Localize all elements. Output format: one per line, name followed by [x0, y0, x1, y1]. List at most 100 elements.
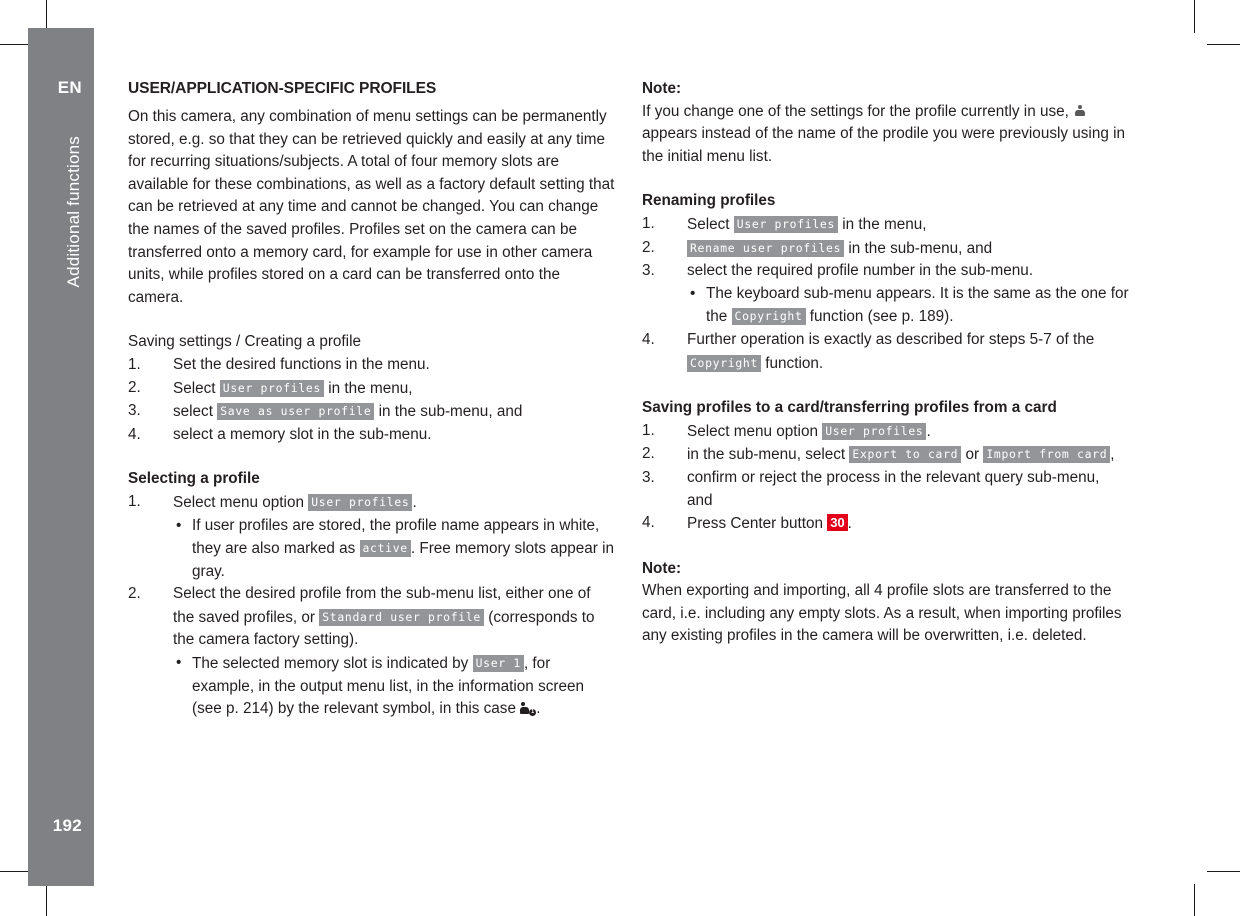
chapter-sidebar: EN Additional functions 192 — [28, 28, 94, 886]
list-item: 1. Set the desired functions in the menu. — [128, 354, 615, 377]
note-text-pre: If you change one of the settings for th… — [642, 102, 1074, 120]
bullet-text-post: . — [536, 700, 541, 718]
step-number: 1. — [128, 355, 141, 373]
list-item: 3. confirm or reject the process in the r… — [642, 467, 1129, 512]
step-text-pre: Select menu option — [173, 493, 309, 511]
step-text-post: in the menu, — [324, 379, 413, 397]
step-number: 4. — [128, 425, 141, 443]
right-text-column: Note: If you change one of the settings … — [642, 78, 1129, 648]
step-text-pre: Further operation is exactly as describe… — [687, 330, 1095, 348]
step-text-pre: Select — [173, 379, 220, 397]
center-button-reference-badge: 30 — [827, 514, 848, 532]
menu-term[interactable]: Standard user profile — [319, 608, 484, 626]
list-item: 2. Select the desired profile from the su… — [128, 583, 615, 721]
step-number: 4. — [642, 330, 655, 348]
crop-mark-top-right-horizontal — [1207, 44, 1240, 45]
saving-settings-heading: Saving settings / Creating a profile — [128, 333, 361, 351]
sub-bullet-list: The keyboard sub-menu appears. It is the… — [687, 283, 1129, 329]
step-number: 2. — [128, 585, 141, 603]
note-paragraph: When exporting and importing, all 4 prof… — [642, 582, 1122, 645]
menu-term-export[interactable]: Export to card — [849, 446, 962, 464]
step-text-post: , — [1110, 446, 1115, 464]
list-item: 2. in the sub-menu, select Export to card… — [642, 443, 1129, 467]
step-text-post: in the sub-menu, and — [844, 239, 993, 257]
list-item: 2. Rename user profiles in the sub-menu, … — [642, 237, 1129, 261]
crop-mark-bottom-right-horizontal — [1207, 871, 1240, 872]
list-item: If user profiles are stored, the profile… — [173, 515, 615, 584]
step-number: 1. — [642, 421, 655, 439]
step-text: select the required profile number in th… — [687, 262, 1034, 280]
step-number: 3. — [642, 468, 655, 486]
bullet-text-pre: The selected memory slot is indicated by — [192, 655, 473, 673]
menu-term[interactable]: User profiles — [822, 422, 927, 440]
person-bust-icon — [1073, 104, 1086, 118]
step-text: Set the desired functions in the menu. — [173, 355, 430, 373]
list-item: 3. select the required profile number in … — [642, 260, 1129, 329]
saving-steps-list: 1. Set the desired functions in the menu.… — [128, 354, 615, 446]
step-number: 4. — [642, 514, 655, 532]
step-number: 1. — [128, 492, 141, 510]
intro-paragraph: On this camera, any combination of menu … — [128, 108, 615, 306]
step-text-mid: or — [961, 446, 984, 464]
note-label: Note: — [642, 80, 682, 97]
step-text-pre: in the sub-menu, select — [687, 446, 850, 464]
user-profile-1-icon: 1 — [520, 702, 537, 717]
crop-mark-top-right-vertical — [1194, 0, 1195, 33]
list-item: 4. select a memory slot in the sub-menu. — [128, 424, 615, 447]
step-text: select a memory slot in the sub-menu. — [173, 425, 432, 443]
list-item: 2. Select User profiles in the menu, — [128, 377, 615, 401]
note-text-post: appears instead of the name of the prodi… — [642, 125, 1125, 165]
step-text-post: in the sub-menu, and — [374, 403, 523, 421]
step-text-post: . — [847, 515, 852, 533]
menu-term[interactable]: Save as user profile — [217, 403, 375, 421]
menu-term[interactable]: User profiles — [219, 379, 325, 397]
menu-term[interactable]: Copyright — [687, 354, 762, 372]
list-item: 3. select Save as user profile in the sub… — [128, 400, 615, 424]
page-title: USER/APPLICATION-SPECIFIC PROFILES — [128, 80, 437, 97]
step-text-pre: Press Center button — [687, 515, 828, 533]
language-label: EN — [57, 78, 82, 97]
selecting-steps-list: 1. Select menu option User profiles. If u… — [128, 491, 615, 721]
menu-term[interactable]: User 1 — [472, 655, 524, 673]
selecting-profile-heading: Selecting a profile — [128, 470, 260, 488]
list-item: 4. Press Center button 30. — [642, 512, 1129, 536]
renaming-profiles-heading: Renaming profiles — [642, 192, 776, 210]
page-number: 192 — [52, 816, 82, 835]
menu-term-import[interactable]: Import from card — [983, 446, 1111, 464]
list-item: 4. Further operation is exactly as descri… — [642, 329, 1129, 375]
menu-term[interactable]: User profiles — [308, 493, 413, 511]
step-text-pre: Select — [687, 215, 734, 233]
step-text-post: . — [926, 422, 931, 440]
list-item: 1. Select User profiles in the menu, — [642, 213, 1129, 237]
saving-to-card-heading: Saving profiles to a card/transferring p… — [642, 399, 1057, 417]
sub-bullet-list: If user profiles are stored, the profile… — [173, 515, 615, 584]
note-paragraph: If you change one of the settings for th… — [642, 101, 1129, 169]
bullet-text-post: function (see p. 189). — [805, 308, 954, 326]
chapter-label: Additional functions — [64, 136, 83, 288]
menu-term[interactable]: User profiles — [733, 215, 839, 233]
step-number: 1. — [642, 214, 655, 232]
step-text: confirm or reject the process in the rel… — [687, 468, 1100, 509]
list-item: 1. Select menu option User profiles. — [642, 420, 1129, 444]
step-text-post: . — [412, 493, 417, 511]
step-number: 2. — [642, 238, 655, 256]
list-item: The keyboard sub-menu appears. It is the… — [687, 283, 1129, 329]
step-text-post: in the menu, — [838, 215, 927, 233]
step-number: 3. — [128, 402, 141, 420]
card-steps-list: 1. Select menu option User profiles. 2. in… — [642, 420, 1129, 536]
menu-term[interactable]: active — [359, 540, 411, 558]
step-text-pre: Select menu option — [687, 422, 823, 440]
list-item: The selected memory slot is indicated by… — [173, 652, 615, 721]
step-number: 2. — [128, 378, 141, 396]
menu-term[interactable]: Copyright — [731, 308, 806, 326]
renaming-steps-list: 1. Select User profiles in the menu, 2. Re… — [642, 213, 1129, 375]
step-text-pre: select — [173, 403, 218, 421]
left-text-column: USER/APPLICATION-SPECIFIC PROFILES On th… — [128, 78, 615, 721]
menu-term[interactable]: Rename user profiles — [687, 239, 845, 257]
step-number: 3. — [642, 262, 655, 280]
crop-mark-bottom-left-vertical — [46, 884, 47, 916]
note-label: Note: — [642, 559, 682, 577]
